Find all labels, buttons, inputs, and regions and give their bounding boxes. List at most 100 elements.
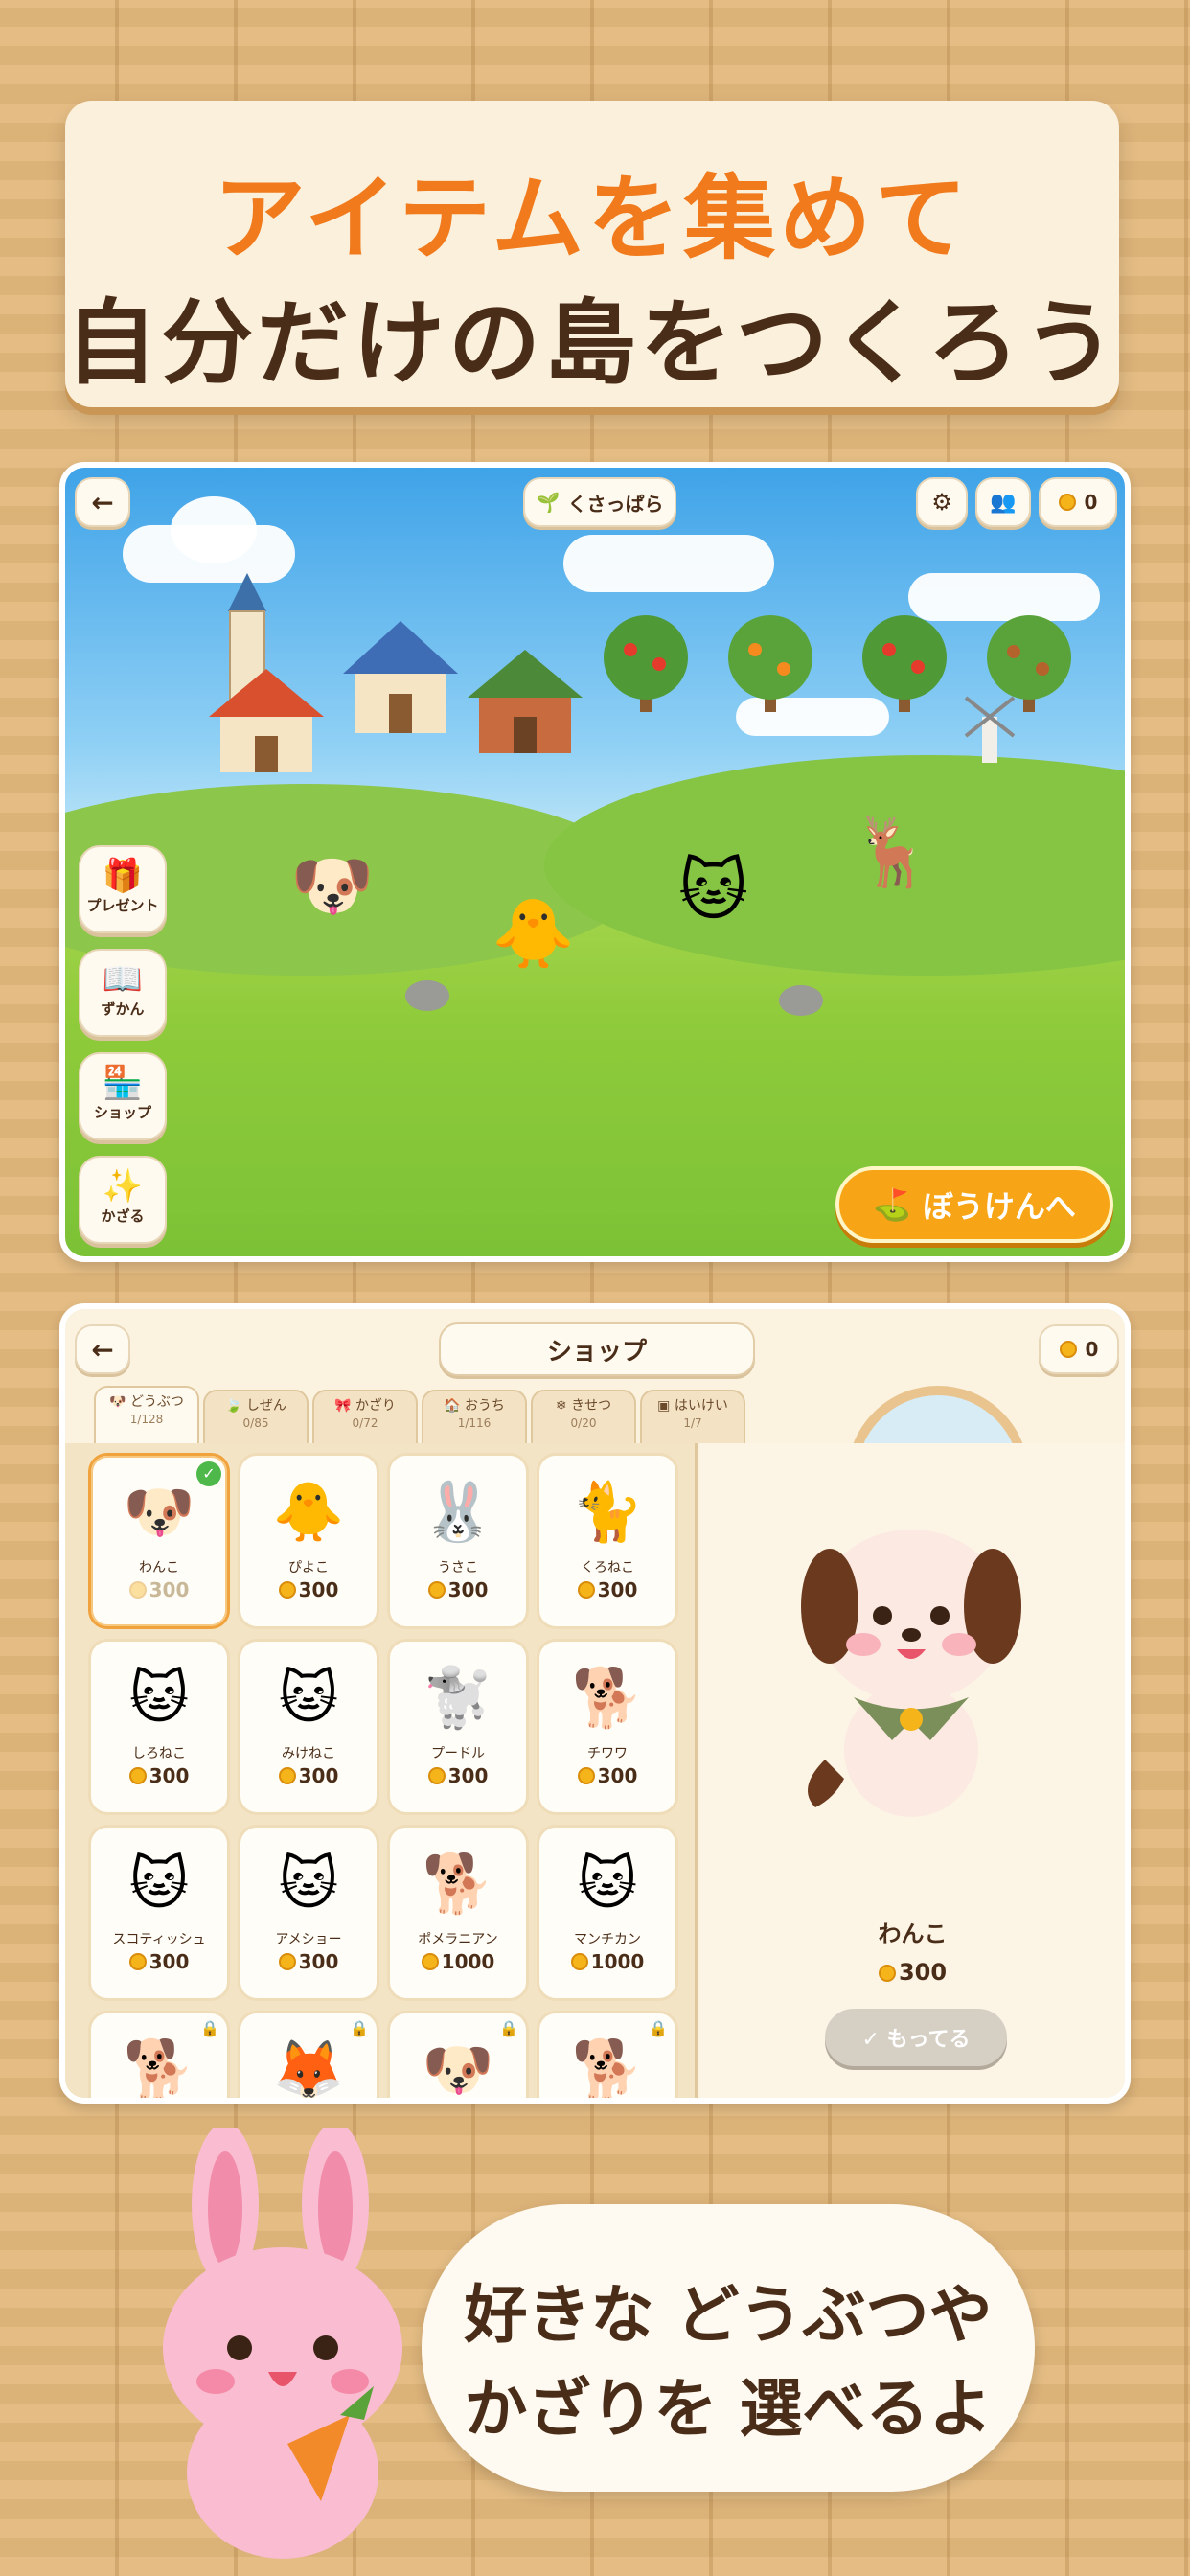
locked-item-card[interactable]: 🔒 🐕 <box>88 2011 230 2104</box>
decorate-label: かざる <box>101 1208 145 1225</box>
friends-button[interactable]: 👥 <box>975 477 1031 527</box>
chihuahua-icon: 🐕 <box>571 1665 644 1732</box>
check-icon: ✓ <box>196 1461 221 1486</box>
item-price: 300 <box>539 1578 675 1601</box>
item-price: 300 <box>240 1578 377 1601</box>
gift-icon: 🎁 <box>102 857 144 895</box>
coin-icon <box>421 1953 439 1970</box>
location-label: くさっぱら <box>567 492 664 516</box>
coin-count: 0 <box>1084 491 1098 514</box>
lock-icon: 🔒 <box>200 2019 219 2037</box>
item-grid: ✓ 🐶 わんこ 300 🐥 ぴよこ 300 🐰 うさこ 300 🐈 くろねこ 3… <box>88 1453 678 2104</box>
headline-line1: アイテムを集めて <box>213 165 972 272</box>
calico-cat-icon: 🐱 <box>278 1665 339 1732</box>
item-price-value: 300 <box>447 1578 489 1601</box>
item-card[interactable]: 🐕 チワワ 300 <box>537 1639 678 1815</box>
item-price-value: 300 <box>447 1764 489 1787</box>
item-card[interactable]: 🐈 くろねこ 300 <box>537 1453 678 1629</box>
item-price: 300 <box>240 1764 377 1787</box>
cat-icon[interactable]: 🐱 <box>678 851 748 930</box>
coin-icon <box>278 1953 296 1970</box>
encyclopedia-label: ずかん <box>101 1000 145 1018</box>
coin-icon <box>278 1581 296 1598</box>
puppy-icon: 🐶 <box>422 2036 494 2104</box>
coin-icon <box>577 1767 595 1784</box>
ribbon-icon: 🎀 <box>334 1398 352 1414</box>
tab-decor[interactable]: 🎀 かざり 0/72 <box>312 1390 418 1443</box>
coin-icon <box>128 1767 147 1784</box>
coin-icon <box>570 1953 588 1970</box>
item-card[interactable]: 🐱 しろねこ 300 <box>88 1639 230 1815</box>
dog-icon: 🐶 <box>109 1394 126 1410</box>
tab-label: かざり <box>355 1398 396 1414</box>
item-card[interactable]: ✓ 🐶 わんこ 300 <box>88 1453 230 1629</box>
detail-price: 300 <box>700 1959 1125 1986</box>
back-button[interactable]: ← <box>75 477 130 527</box>
item-price-value: 300 <box>298 1764 339 1787</box>
coin-icon <box>128 1581 147 1598</box>
item-price-value: 300 <box>149 1764 190 1787</box>
people-icon: 👥 <box>990 490 1017 515</box>
item-price: 300 <box>240 1950 377 1973</box>
item-card[interactable]: 🐥 ぴよこ 300 <box>238 1453 379 1629</box>
item-price-value: 300 <box>149 1950 190 1973</box>
tab-backgrounds[interactable]: ▣ はいけい 1/7 <box>640 1390 745 1443</box>
item-price-value: 300 <box>149 1578 190 1601</box>
item-card[interactable]: 🐰 うさこ 300 <box>387 1453 529 1629</box>
item-price: 300 <box>91 1578 227 1601</box>
shiba-icon: 🐕 <box>123 2036 195 2104</box>
tab-nature[interactable]: 🍃 しぜん 0/85 <box>203 1390 309 1443</box>
item-name: くろねこ <box>581 1560 634 1576</box>
decorate-button[interactable]: ✨ かざる <box>79 1156 167 1244</box>
chick-icon[interactable]: 🐥 <box>492 894 575 974</box>
tab-count: 0/85 <box>242 1416 269 1430</box>
locked-item-card[interactable]: 🔒 🐶 <box>387 2011 529 2104</box>
shop-coin-count: 0 <box>1085 1338 1099 1361</box>
gear-icon: ⚙ <box>931 489 952 516</box>
bubble-line2: かざりを 選べるよ <box>464 2372 993 2446</box>
tab-seasons[interactable]: ❄ きせつ 0/20 <box>531 1390 636 1443</box>
item-name: ぴよこ <box>288 1560 329 1576</box>
island-scene: 🐶 🐥 🐱 🦌 ← 🌱 くさっぱら ⚙ 👥 0 🎁 プレゼント 📖 ずかん 🏪 … <box>59 462 1131 1262</box>
item-card[interactable]: 🐩 プードル 300 <box>387 1639 529 1815</box>
tab-count: 1/7 <box>683 1416 702 1430</box>
encyclopedia-button[interactable]: 📖 ずかん <box>79 949 167 1037</box>
tab-houses[interactable]: 🏠 おうち 1/116 <box>422 1390 527 1443</box>
locked-item-card[interactable]: 🔒 🐕 <box>537 2011 678 2098</box>
lock-icon: 🔒 <box>350 2019 369 2037</box>
item-price-value: 1000 <box>441 1950 495 1973</box>
adventure-button[interactable]: ⛳ ぼうけんへ <box>835 1166 1113 1243</box>
sprout-icon: 🌱 <box>536 491 561 514</box>
present-button[interactable]: 🎁 プレゼント <box>79 845 167 933</box>
deer-icon[interactable]: 🦌 <box>851 813 934 892</box>
tab-animals[interactable]: 🐶 どうぶつ 1/128 <box>94 1386 199 1443</box>
locked-item-card[interactable]: 🔒 🦊 <box>238 2011 379 2104</box>
chick-icon: 🐥 <box>272 1479 345 1546</box>
item-price-value: 300 <box>597 1764 638 1787</box>
frame-icon: ▣ <box>657 1398 671 1414</box>
item-card[interactable]: 🐱 アメショー 300 <box>238 1825 379 2001</box>
tab-label: きせつ <box>571 1398 612 1414</box>
dog-icon[interactable]: 🐶 <box>290 846 374 926</box>
item-card[interactable]: 🐱 スコティッシュ 300 <box>88 1825 230 2001</box>
location-pill[interactable]: 🌱 くさっぱら <box>523 477 676 527</box>
item-price-value: 300 <box>298 1578 339 1601</box>
item-price: 1000 <box>539 1950 675 1973</box>
coin-counter: 0 <box>1039 477 1117 527</box>
windmill-icon <box>964 696 1016 763</box>
coin-icon <box>427 1767 446 1784</box>
owned-button[interactable]: ✓ もってる <box>825 2009 1007 2066</box>
shop-back-button[interactable]: ← <box>75 1324 130 1374</box>
item-card[interactable]: 🐱 マンチカン 1000 <box>537 1825 678 2001</box>
settings-button[interactable]: ⚙ <box>916 477 968 527</box>
sparkle-icon: ✨ <box>102 1167 144 1206</box>
shop-screen: ← ショップ 0 🐶 どうぶつ 1/128 🍃 しぜん 0/85 🎀 かざり 0/72… <box>59 1303 1131 2104</box>
fox-icon: 🦊 <box>272 2036 345 2104</box>
item-card[interactable]: 🐕 ポメラニアン 1000 <box>387 1825 529 2001</box>
item-price: 300 <box>539 1764 675 1787</box>
coin-icon <box>128 1953 147 1970</box>
shop-button[interactable]: 🏪 ショップ <box>79 1052 167 1140</box>
item-card[interactable]: 🐱 みけねこ 300 <box>238 1639 379 1815</box>
item-price-value: 300 <box>298 1950 339 1973</box>
item-name: しろねこ <box>132 1746 186 1761</box>
